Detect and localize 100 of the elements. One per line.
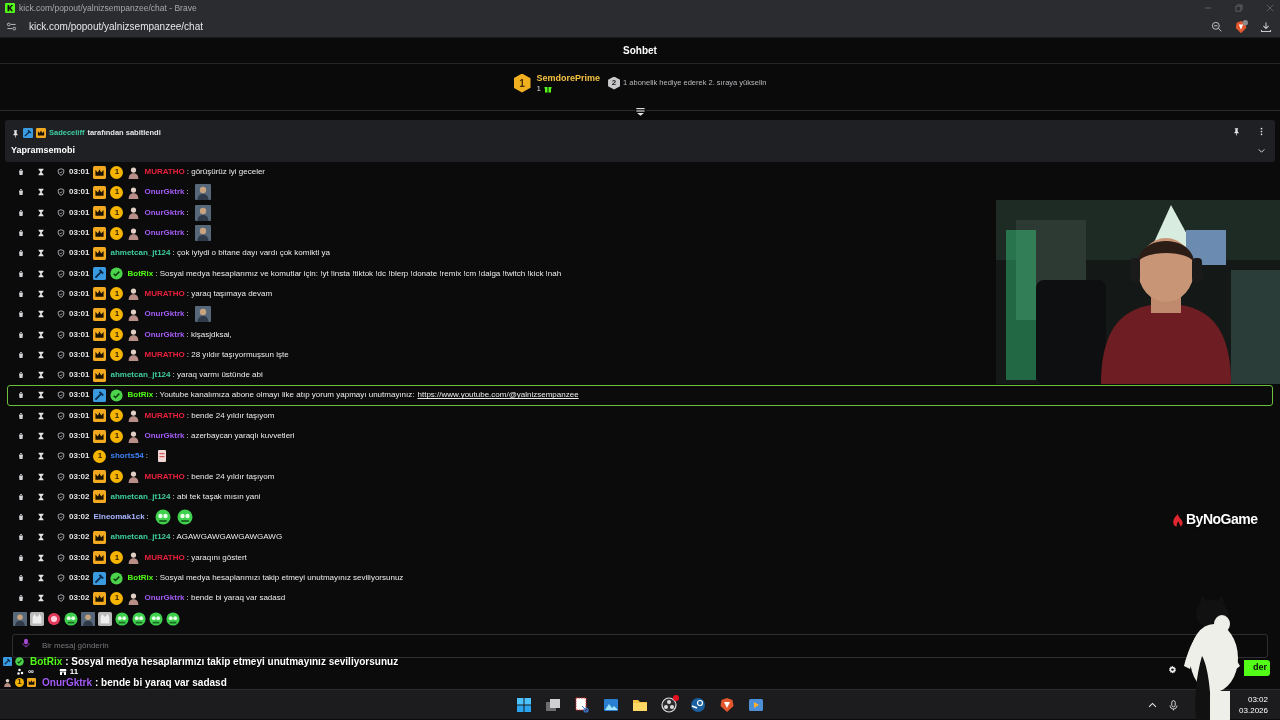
record-app-icon[interactable]	[661, 696, 677, 713]
shield-icon[interactable]	[57, 208, 65, 217]
shield-icon[interactable]	[57, 472, 65, 481]
hourglass-icon[interactable]	[37, 208, 45, 217]
shield-icon[interactable]	[57, 432, 65, 440]
shield-icon[interactable]	[57, 452, 65, 461]
username[interactable]: MURATHO	[144, 166, 185, 179]
trash-icon[interactable]	[17, 553, 25, 562]
username[interactable]: OnurGktrk	[144, 430, 185, 442]
shield-icon[interactable]	[57, 330, 65, 339]
trash-icon[interactable]	[17, 229, 25, 238]
hourglass-icon[interactable]	[37, 229, 45, 238]
hourglass-icon[interactable]	[37, 513, 45, 522]
shield-icon[interactable]	[57, 249, 65, 258]
username[interactable]: shorts54	[110, 450, 144, 463]
address-field[interactable]: kick.com/popout/yalnizsempanzee/chat	[29, 21, 203, 32]
username[interactable]: OnurGktrk	[144, 308, 185, 321]
username[interactable]: ahmetcan_jt124	[110, 531, 171, 544]
trash-icon[interactable]	[17, 188, 25, 197]
username[interactable]: ahmetcan_jt124	[110, 247, 171, 260]
trash-icon[interactable]	[17, 411, 25, 420]
clock-date[interactable]: 03.2026	[1239, 705, 1268, 716]
chevron-down-icon[interactable]	[1257, 146, 1266, 155]
shield-icon[interactable]	[57, 391, 65, 400]
hourglass-icon[interactable]	[37, 350, 45, 359]
clock-time[interactable]: 03:02	[1247, 694, 1268, 705]
hourglass-icon[interactable]	[37, 452, 45, 461]
shield-extension-icon[interactable]	[1234, 19, 1248, 34]
shield-icon[interactable]	[57, 371, 65, 380]
message-input-field[interactable]: Bir mesaj gönderin	[12, 633, 1268, 658]
hourglass-icon[interactable]	[37, 310, 45, 319]
shield-icon[interactable]	[57, 310, 65, 319]
trash-icon[interactable]	[17, 472, 25, 481]
send-button[interactable]: der	[1244, 660, 1270, 676]
shield-icon[interactable]	[57, 411, 65, 420]
trash-icon[interactable]	[17, 371, 25, 380]
hourglass-icon[interactable]	[37, 249, 45, 258]
shield-icon[interactable]	[57, 553, 65, 562]
trash-icon[interactable]	[17, 391, 25, 400]
trash-icon[interactable]	[17, 432, 25, 440]
username[interactable]: OnurGktrk	[144, 328, 185, 341]
game-launcher-icon[interactable]	[690, 696, 706, 713]
shield-icon[interactable]	[57, 289, 65, 298]
username[interactable]: OnurGktrk	[144, 186, 185, 199]
username[interactable]: MURATHO	[144, 287, 185, 300]
hourglass-icon[interactable]	[37, 188, 45, 197]
scroll-down-icon[interactable]	[634, 105, 646, 117]
hourglass-icon[interactable]	[37, 432, 45, 440]
trash-icon[interactable]	[17, 492, 25, 501]
trash-icon[interactable]	[17, 310, 25, 319]
shield-icon[interactable]	[57, 492, 65, 501]
username[interactable]: ahmetcan_jt124	[110, 369, 171, 382]
trash-icon[interactable]	[17, 513, 25, 522]
shield-icon[interactable]	[57, 594, 65, 603]
site-settings-icon[interactable]	[6, 21, 17, 32]
username[interactable]: Elneomak1ck	[93, 511, 145, 524]
message-link[interactable]: https://www.youtube.com/@yalnizsempanzee	[417, 389, 579, 402]
hourglass-icon[interactable]	[37, 168, 45, 177]
shield-icon[interactable]	[57, 188, 65, 197]
shield-icon[interactable]	[57, 533, 65, 542]
browser-icon[interactable]	[719, 696, 735, 713]
start-icon[interactable]	[516, 696, 532, 713]
zoom-out-icon[interactable]	[1211, 21, 1222, 32]
username[interactable]: BotRix	[127, 572, 154, 585]
hourglass-icon[interactable]	[37, 269, 45, 278]
shield-icon[interactable]	[57, 168, 65, 177]
trash-icon[interactable]	[17, 574, 25, 583]
microphone-icon[interactable]	[21, 638, 31, 648]
trash-icon[interactable]	[17, 289, 25, 298]
settings-icon[interactable]	[1168, 665, 1177, 674]
hourglass-icon[interactable]	[37, 574, 45, 583]
hourglass-icon[interactable]	[37, 533, 45, 542]
hourglass-icon[interactable]	[37, 411, 45, 420]
hourglass-icon[interactable]	[37, 371, 45, 380]
hourglass-icon[interactable]	[37, 330, 45, 339]
username[interactable]: BotRix	[127, 389, 154, 402]
username[interactable]: MURATHO	[144, 409, 185, 422]
trash-icon[interactable]	[17, 594, 25, 603]
shield-icon[interactable]	[57, 229, 65, 238]
trash-icon[interactable]	[17, 330, 25, 339]
hourglass-icon[interactable]	[37, 553, 45, 562]
snipping-tool-icon[interactable]	[574, 696, 590, 713]
username[interactable]: ahmetcan_jt124	[110, 490, 171, 503]
trash-icon[interactable]	[17, 249, 25, 258]
username[interactable]: MURATHO	[144, 551, 185, 564]
shield-icon[interactable]	[57, 350, 65, 359]
trash-icon[interactable]	[17, 168, 25, 177]
image-icon[interactable]	[603, 696, 619, 713]
username[interactable]: BotRix	[127, 267, 154, 280]
trash-icon[interactable]	[17, 452, 25, 461]
shield-icon[interactable]	[57, 513, 65, 522]
shield-icon[interactable]	[57, 269, 65, 278]
username[interactable]: OnurGktrk	[144, 206, 185, 219]
download-icon[interactable]	[1260, 20, 1272, 33]
username[interactable]: MURATHO	[144, 348, 185, 361]
trash-icon[interactable]	[17, 208, 25, 217]
task-view-icon[interactable]	[545, 696, 561, 713]
hourglass-icon[interactable]	[37, 289, 45, 298]
hourglass-icon[interactable]	[37, 492, 45, 501]
trash-icon[interactable]	[17, 350, 25, 359]
